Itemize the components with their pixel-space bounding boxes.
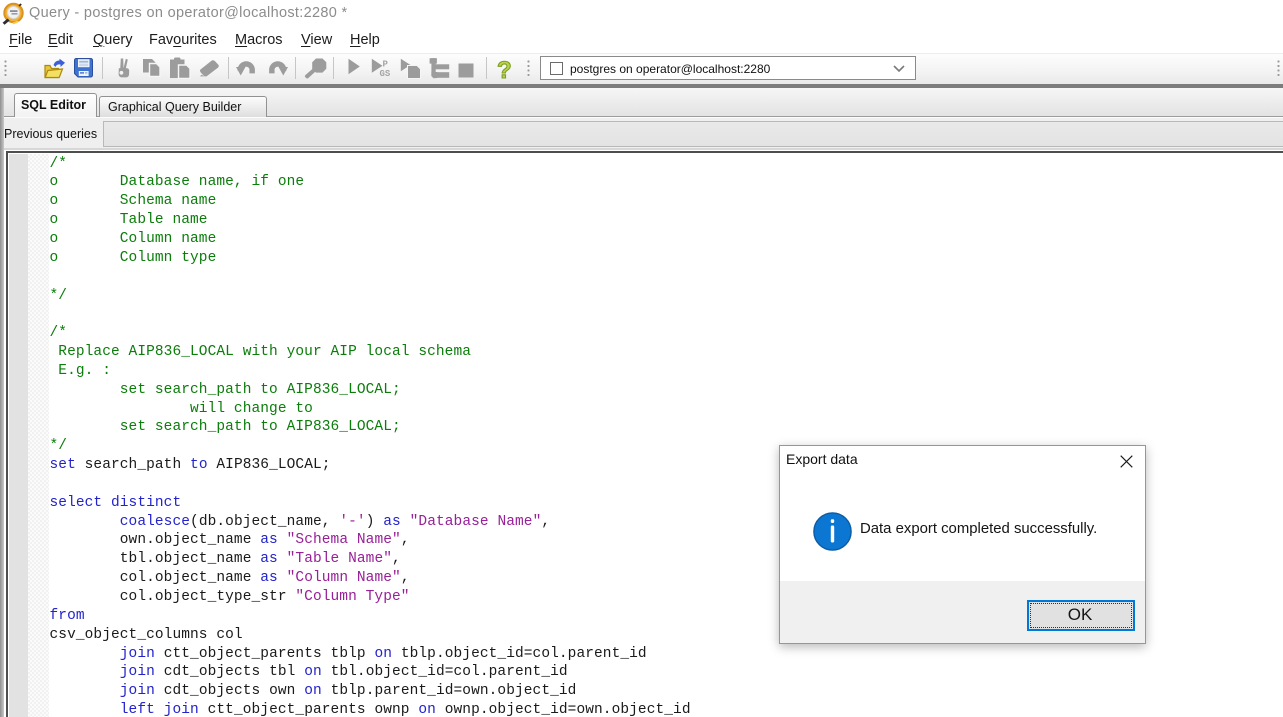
svg-text:?: ? bbox=[497, 58, 512, 82]
svg-text:GS: GS bbox=[380, 69, 391, 79]
svg-text:P: P bbox=[383, 60, 389, 70]
